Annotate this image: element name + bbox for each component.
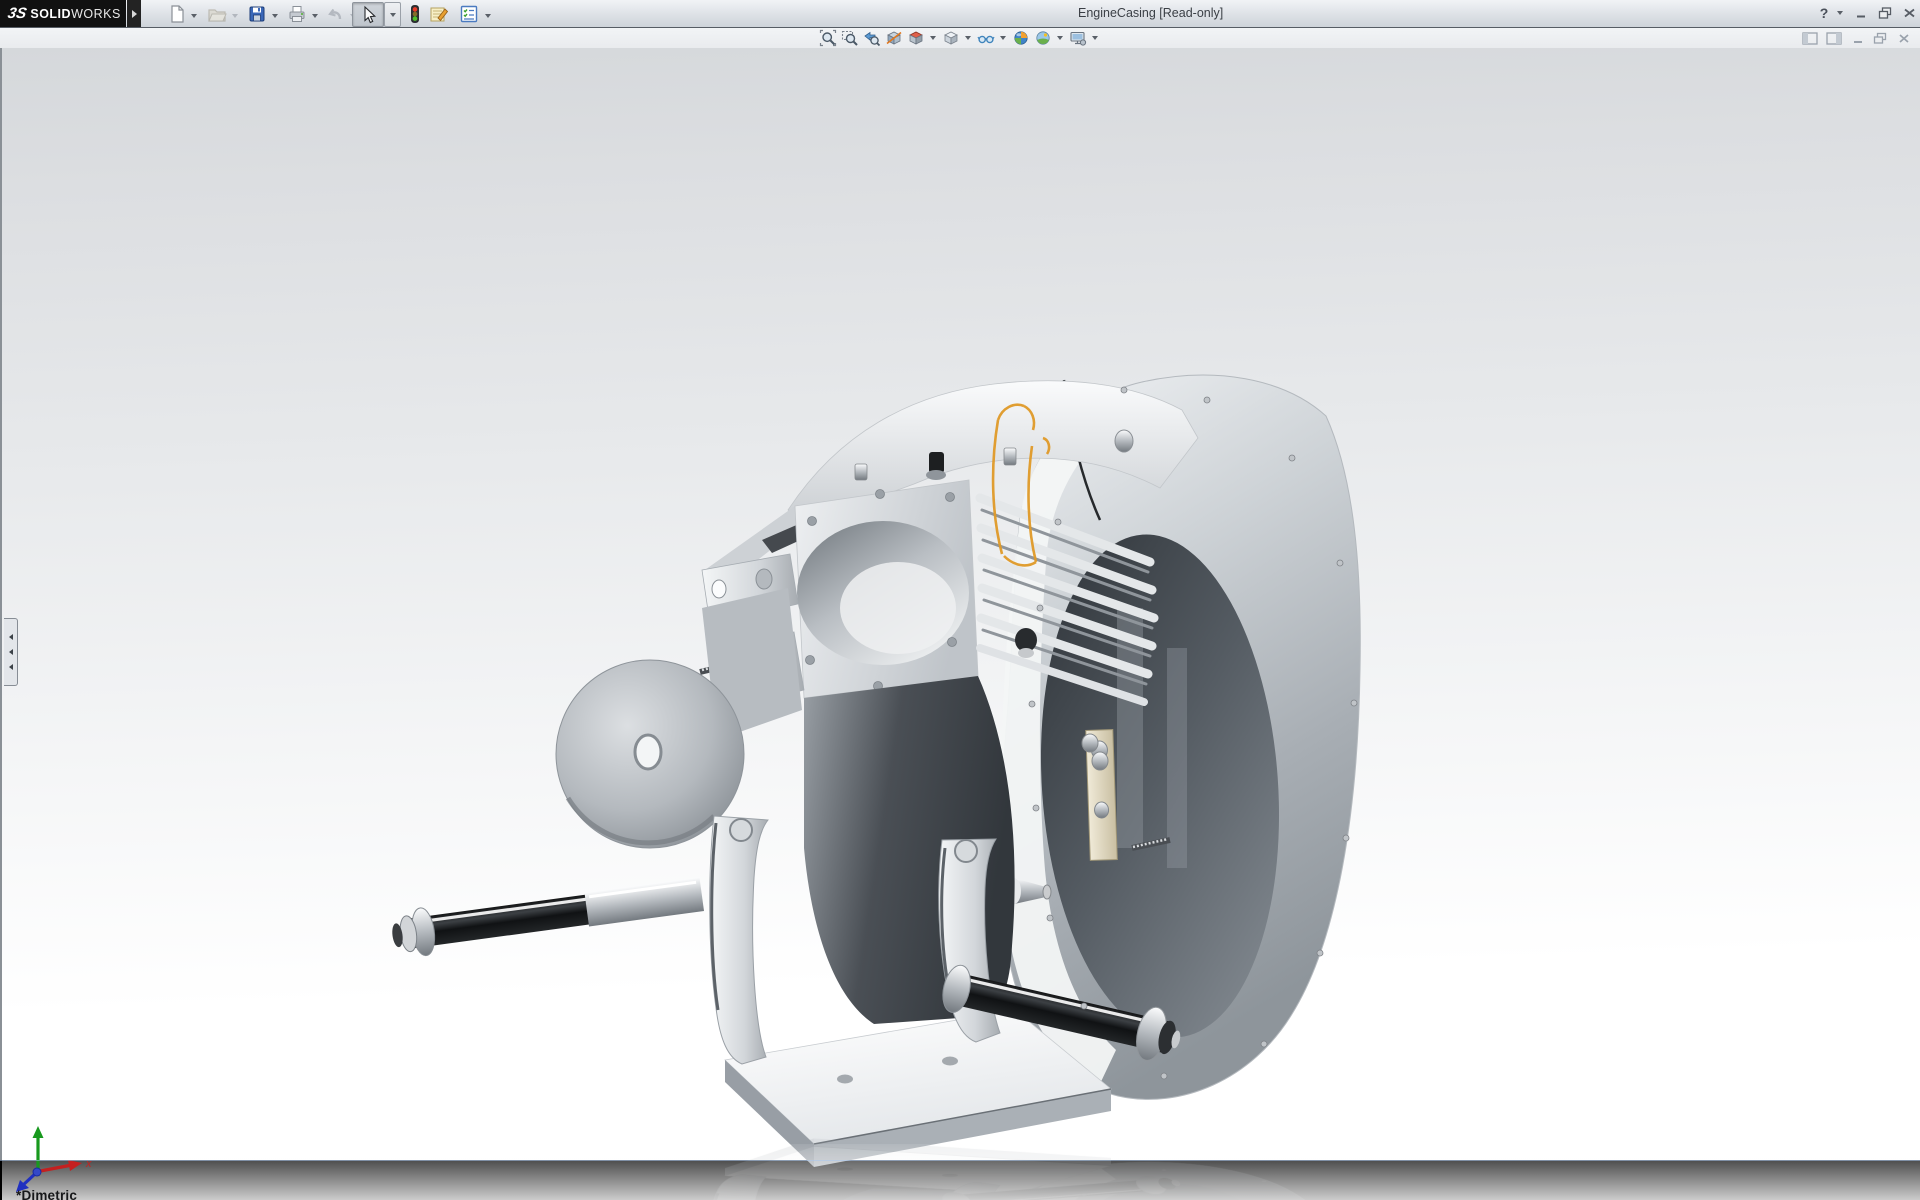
options-checklist-icon	[459, 4, 479, 24]
solidworks-brand-bold: SOLID	[30, 7, 71, 21]
open-folder-icon	[207, 4, 227, 24]
right-pane-icon	[1826, 32, 1842, 45]
new-document-dropdown[interactable]	[189, 11, 199, 21]
apply-scene-button[interactable]	[1033, 29, 1052, 48]
print-dropdown[interactable]	[310, 11, 320, 21]
view-settings-icon	[1069, 29, 1087, 47]
document-close-button[interactable]	[1894, 30, 1914, 46]
left-pane-icon	[1802, 32, 1818, 45]
zoom-to-fit-button[interactable]	[818, 29, 837, 48]
feature-pane-toggle-button[interactable]	[1800, 30, 1820, 46]
view-settings-button[interactable]	[1068, 29, 1087, 48]
highlighted-sketch	[993, 405, 1049, 566]
eyeglasses-icon	[977, 29, 995, 47]
help-button[interactable]: ?	[1814, 4, 1834, 22]
save-button[interactable]	[246, 3, 268, 25]
feature-manager-collapsed-tab[interactable]	[4, 618, 18, 686]
previous-view-button[interactable]	[862, 29, 881, 48]
view-orientation-button[interactable]	[906, 29, 925, 48]
title-bar: 3S SOLIDWORKS	[0, 0, 1920, 28]
menu-expand-tab[interactable]	[127, 0, 141, 27]
previous-view-icon	[863, 29, 881, 47]
section-view-button[interactable]	[884, 29, 903, 48]
display-style-button[interactable]	[941, 29, 960, 48]
expand-right-arrow-icon	[132, 10, 137, 18]
save-dropdown[interactable]	[270, 11, 280, 21]
view-orientation-dropdown[interactable]	[928, 33, 938, 43]
solidworks-brand-light: WORKS	[71, 7, 121, 21]
undo-icon	[325, 4, 345, 24]
edit-appearance-button[interactable]	[1011, 29, 1030, 48]
expand-left-arrow-icon	[9, 664, 13, 670]
zoom-to-area-icon	[841, 29, 859, 47]
view-settings-dropdown[interactable]	[1090, 33, 1100, 43]
display-style-dropdown[interactable]	[963, 33, 973, 43]
display-pane-toggle-button[interactable]	[1824, 30, 1844, 46]
scene-sphere-icon	[1034, 29, 1052, 47]
window-title: EngineCasing [Read-only]	[1078, 6, 1223, 20]
graphics-viewport[interactable]: x *Dimetric	[0, 48, 1920, 1160]
rebuild-button[interactable]	[404, 3, 426, 25]
document-restore-button[interactable]	[1870, 30, 1890, 46]
open-button[interactable]	[206, 3, 228, 25]
minimize-icon	[1854, 6, 1868, 20]
document-minimize-button[interactable]	[1848, 30, 1868, 46]
file-properties-icon	[428, 4, 450, 24]
print-icon	[287, 4, 307, 24]
traffic-light-icon	[405, 4, 425, 24]
expand-left-arrow-icon	[9, 634, 13, 640]
help-dropdown[interactable]	[1834, 4, 1846, 22]
view-orientation-cube-icon	[907, 29, 925, 47]
apply-scene-dropdown[interactable]	[1055, 33, 1065, 43]
print-button[interactable]	[286, 3, 308, 25]
close-button[interactable]	[1898, 4, 1920, 22]
select-tool-dropdown[interactable]	[384, 2, 401, 27]
restore-icon	[1877, 6, 1893, 20]
open-dropdown[interactable]	[230, 11, 240, 21]
zoom-to-fit-icon	[819, 29, 837, 47]
engine-casing-model	[2, 48, 1920, 1200]
hide-show-items-dropdown[interactable]	[998, 33, 1008, 43]
select-tool-button[interactable]	[352, 2, 384, 27]
close-icon	[1902, 6, 1917, 20]
select-cursor-icon	[358, 5, 378, 25]
file-properties-button[interactable]	[428, 3, 450, 25]
heads-up-view-toolbar	[818, 28, 1100, 48]
pin-detail	[997, 877, 1051, 905]
options-dropdown[interactable]	[483, 11, 493, 21]
zoom-to-area-button[interactable]	[840, 29, 859, 48]
options-button[interactable]	[458, 3, 480, 25]
windows-taskbar: e e C:\_	[0, 1160, 1920, 1200]
undo-button[interactable]	[324, 3, 346, 25]
section-view-icon	[885, 29, 903, 47]
new-document-button[interactable]	[166, 3, 188, 25]
save-floppy-icon	[247, 4, 267, 24]
display-style-cube-icon	[942, 29, 960, 47]
document-bar	[0, 28, 1920, 48]
solidworks-logo: 3S SOLIDWORKS	[0, 0, 126, 27]
hide-show-items-button[interactable]	[976, 29, 995, 48]
document-minimize-icon	[1851, 32, 1865, 45]
expand-left-arrow-icon	[9, 649, 13, 655]
help-icon: ?	[1820, 5, 1829, 21]
new-document-icon	[167, 4, 187, 24]
solidworks-logo-mark-icon: 3S	[6, 5, 28, 22]
screen: x *Dimetric 3S SOLIDWORKS	[0, 0, 1920, 1200]
restore-button[interactable]	[1874, 4, 1896, 22]
minimize-button[interactable]	[1850, 4, 1872, 22]
document-restore-icon	[1872, 32, 1888, 45]
document-close-icon	[1897, 32, 1911, 45]
appearance-sphere-icon	[1012, 29, 1030, 47]
